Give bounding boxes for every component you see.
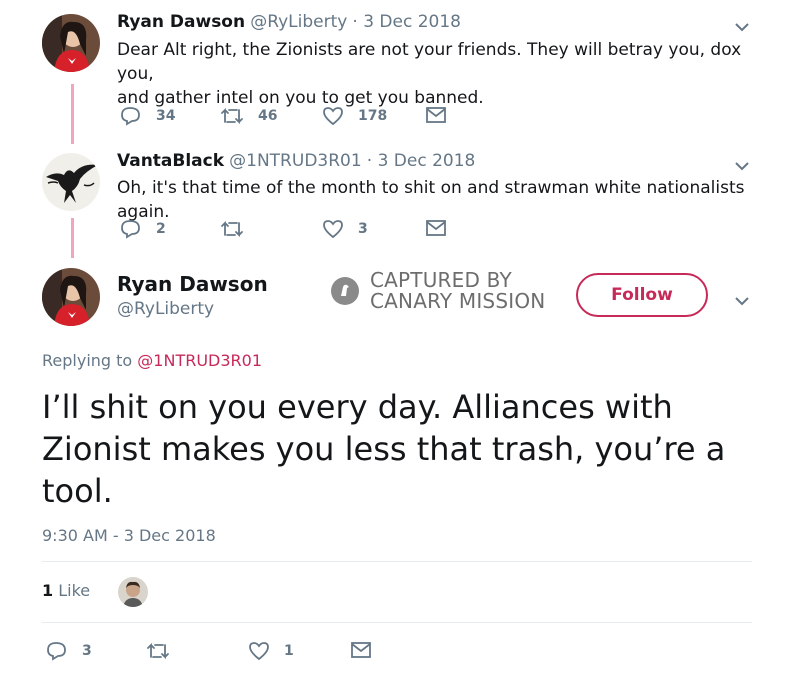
like-count: 178 (358, 108, 388, 124)
heart-icon (249, 642, 269, 661)
divider (42, 622, 752, 623)
author-name[interactable]: Ryan Dawson (117, 272, 268, 296)
retweet-button[interactable] (220, 219, 258, 239)
tweet-header: Ryan Dawson @RyLiberty · 3 Dec 2018 (117, 12, 461, 32)
avatar[interactable] (42, 268, 100, 326)
retweet-button[interactable]: 46 (220, 106, 277, 126)
like-count: 3 (358, 221, 368, 237)
heart-icon (323, 220, 343, 239)
reply-button[interactable]: 34 (120, 106, 175, 126)
author-handle[interactable]: @RyLiberty (250, 12, 347, 32)
reply-icon (47, 642, 66, 661)
follow-button[interactable]: Follow (576, 273, 708, 317)
reply-icon (121, 107, 140, 126)
tweet-text: Oh, it's that time of the month to shit … (117, 178, 745, 222)
watermark: CAPTURED BY CANARY MISSION (330, 270, 545, 312)
envelope-icon (351, 642, 371, 658)
like-button[interactable]: 3 (322, 219, 368, 239)
reply-icon (121, 220, 140, 239)
tweet-text: Dear Alt right, the Zionists are not you… (117, 38, 777, 110)
retweet-icon (221, 107, 243, 125)
heart-icon (323, 107, 343, 126)
chevron-down-icon[interactable] (734, 292, 750, 311)
retweet-button[interactable] (146, 641, 170, 661)
reply-count: 34 (156, 108, 176, 124)
retweet-icon (147, 642, 169, 660)
like-stat-count: 1 (42, 581, 54, 600)
thread-line (71, 84, 74, 144)
envelope-icon (426, 220, 446, 236)
retweet-count: 46 (258, 108, 278, 124)
avatar[interactable] (42, 14, 100, 72)
author-handle[interactable]: @RyLiberty (117, 299, 214, 319)
divider (42, 561, 752, 562)
replying-prefix: Replying to (42, 351, 133, 370)
replying-to: Replying to @1NTRUD3R01 (42, 351, 262, 370)
canary-logo-icon (331, 277, 359, 305)
like-stat-label: Like (58, 581, 91, 600)
replying-to-link[interactable]: @1NTRUD3R01 (137, 351, 262, 370)
author-name[interactable]: VantaBlack (117, 151, 224, 171)
tweet-date[interactable]: · 3 Dec 2018 (352, 12, 461, 32)
avatar[interactable] (42, 153, 100, 211)
message-button[interactable] (426, 220, 446, 236)
message-button[interactable] (351, 642, 371, 658)
reply-count: 3 (82, 643, 92, 659)
watermark-line: CANARY MISSION (370, 289, 546, 313)
like-button[interactable]: 178 (322, 106, 387, 126)
tweet-text: I’ll shit on you every day. Alliances wi… (42, 388, 726, 510)
liker-avatar[interactable] (118, 577, 148, 607)
reply-count: 2 (156, 221, 166, 237)
tweet-date[interactable]: · 3 Dec 2018 (367, 151, 476, 171)
like-stats[interactable]: 1 Like (42, 581, 90, 600)
tweet-timestamp[interactable]: 9:30 AM - 3 Dec 2018 (42, 526, 216, 545)
like-count: 1 (284, 643, 294, 659)
chevron-down-icon[interactable] (734, 157, 750, 176)
tweet-header: VantaBlack @1NTRUD3R01 · 3 Dec 2018 (117, 151, 475, 171)
message-button[interactable] (426, 107, 446, 123)
watermark-line: CAPTURED BY (370, 268, 512, 292)
author-handle[interactable]: @1NTRUD3R01 (229, 151, 362, 171)
retweet-icon (221, 220, 243, 238)
reply-button[interactable]: 2 (120, 219, 166, 239)
like-button[interactable]: 1 (248, 641, 294, 661)
thread-line (71, 218, 74, 258)
envelope-icon (426, 107, 446, 123)
chevron-down-icon[interactable] (734, 18, 750, 37)
tweet-text-line: Dear Alt right, the Zionists are not you… (117, 40, 742, 84)
author-name[interactable]: Ryan Dawson (117, 12, 245, 32)
reply-button[interactable]: 3 (46, 641, 92, 661)
tweet-text-line: and gather intel on you to get you banne… (117, 88, 484, 108)
